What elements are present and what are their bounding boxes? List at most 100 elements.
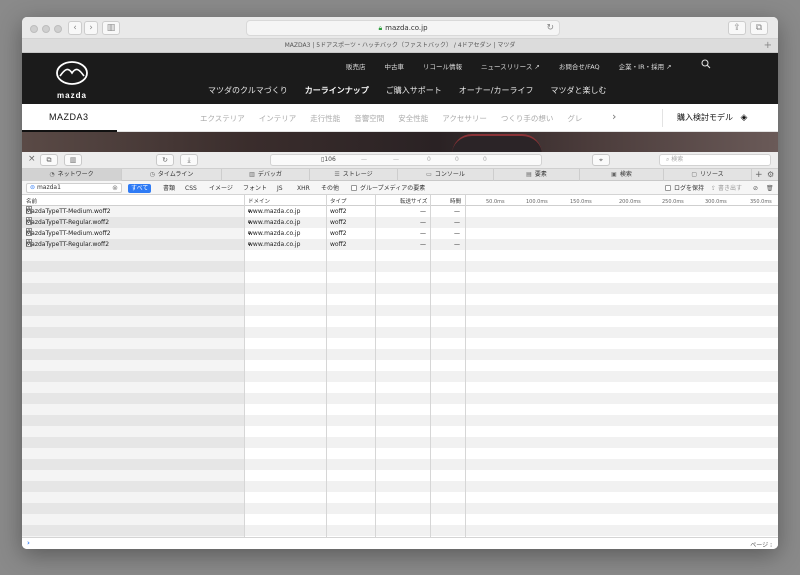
chevron-right-icon[interactable]: › [612, 110, 616, 123]
top-nav-item[interactable]: 企業・IR・採用 ↗ [619, 61, 672, 71]
search-placeholder: 検索 [671, 156, 684, 163]
quick-console[interactable]: › ページ ⁝ [22, 537, 778, 549]
search-icon[interactable] [701, 59, 711, 69]
column-type[interactable]: タイプ [330, 197, 347, 205]
mazda-logo[interactable]: mazda [52, 61, 92, 100]
trash-icon[interactable]: 🗑︎ [763, 184, 777, 193]
column-divider[interactable] [430, 195, 431, 537]
forward-button[interactable]: › [84, 21, 98, 35]
model-nav-item[interactable]: グレ [567, 113, 582, 124]
filter-type-other[interactable]: その他 [318, 184, 342, 193]
model-nav-item[interactable]: 走行性能 [310, 113, 340, 124]
column-divider[interactable] [326, 195, 327, 537]
model-bar: MAZDA3 エクステリア インテリア 走行性能 音響空間 安全性能 アクセサリ… [22, 104, 778, 132]
filter-type-document[interactable]: 書類 [160, 184, 178, 193]
zoom-window-button[interactable] [54, 25, 62, 33]
sidebar-button[interactable]: ▥ [102, 21, 120, 35]
error-count: 0 [427, 156, 431, 163]
top-nav-item[interactable]: リコール情報 [423, 61, 462, 71]
main-nav-item[interactable]: マツダのクルマづくり [208, 85, 288, 96]
tab-storage[interactable]: ☰ ストレージ [310, 169, 398, 181]
timeline-tick: 350.0ms [750, 199, 772, 205]
tab-debugger[interactable]: ▥ デバッガ [222, 169, 310, 181]
model-nav-item[interactable]: 音響空間 [354, 113, 384, 124]
page-context-selector[interactable]: ページ ⁝ [750, 540, 772, 549]
new-tab-icon[interactable]: + [764, 39, 772, 53]
tab-elements[interactable]: ▤ 要素 [494, 169, 580, 181]
main-nav-item[interactable]: ご購入サポート [386, 85, 442, 96]
model-nav: エクステリア インテリア 走行性能 音響空間 安全性能 アクセサリー つくり手の… [200, 113, 596, 124]
column-domain[interactable]: ドメイン [248, 197, 270, 205]
lock-icon: 🔒︎ [378, 24, 383, 32]
filter-type-all[interactable]: すべて [128, 184, 152, 193]
checkbox[interactable] [665, 185, 671, 191]
model-nav-item[interactable]: つくり手の想い [501, 113, 554, 124]
model-nav-item[interactable]: アクセサリー [442, 113, 487, 124]
elements-icon: ▤ [526, 171, 532, 178]
tab-console[interactable]: ▭ コンソール [398, 169, 494, 181]
clear-filter-icon[interactable]: ⊗ [112, 184, 118, 192]
crosshair-icon[interactable]: ⌖ [592, 154, 610, 166]
top-nav-item[interactable]: お問合せ/FAQ [559, 61, 600, 71]
main-nav-item-active[interactable]: カーラインナップ [305, 85, 369, 96]
column-name[interactable]: 名前 [26, 197, 37, 205]
storage-icon: ☰ [334, 171, 340, 178]
gear-icon[interactable]: ⚙ [767, 169, 774, 181]
filter-type-font[interactable]: フォント [240, 184, 270, 193]
top-nav-item[interactable]: ニュースリリース ↗ [481, 61, 540, 71]
main-nav-item[interactable]: オーナー/カーライフ [459, 85, 534, 96]
undock-icon[interactable]: ⧉ [40, 154, 58, 166]
top-nav-item[interactable]: 中古車 [385, 61, 405, 71]
tab-resources[interactable]: ▢ リソース [664, 169, 752, 181]
reload-icon[interactable]: ↻ [546, 21, 554, 36]
checkbox[interactable] [351, 185, 357, 191]
dock-side-icon[interactable]: ▥ [64, 154, 82, 166]
minimize-window-button[interactable] [42, 25, 50, 33]
column-divider[interactable] [375, 195, 376, 537]
model-name[interactable]: MAZDA3 [49, 112, 89, 122]
share-button[interactable]: ⇪ [728, 21, 746, 35]
table-row[interactable]: A MazdaTypeTT-Medium.woff2 🔒︎ www.mazda.co… [22, 228, 778, 239]
model-nav-item[interactable]: エクステリア [200, 113, 245, 124]
column-divider[interactable] [465, 195, 466, 537]
reload-page-icon[interactable]: ↻ [156, 154, 174, 166]
group-media-toggle[interactable]: グループメディアの要素 [348, 184, 428, 193]
export-button[interactable]: ⇪ 書き出す [708, 184, 745, 193]
tab-title[interactable]: MAZDA3 | 5ドアスポーツ・ハッチバック（ファストバック） / 4ドアセダ… [285, 42, 516, 49]
column-time[interactable]: 時間 [450, 197, 461, 205]
inspector-search-input[interactable]: ⌕ 検索 [659, 154, 771, 166]
download-icon[interactable]: ⤓ [180, 154, 198, 166]
close-inspector-icon[interactable]: × [28, 154, 36, 164]
table-row[interactable]: A MazdaTypeTT-Regular.woff2 🔒︎ www.mazda.c… [22, 239, 778, 250]
model-nav-item[interactable]: 安全性能 [398, 113, 428, 124]
top-nav-item[interactable]: 販売店 [346, 61, 366, 71]
preserve-log-toggle[interactable]: ログを保持 [662, 184, 707, 193]
table-row[interactable]: A MazdaTypeTT-Medium.woff2 🔒︎ www.mazda.co… [22, 206, 778, 217]
tabs-overview-button[interactable]: ⧉ [750, 21, 768, 35]
consider-model-button[interactable]: 購入検討モデル ◈ [662, 109, 747, 127]
table-row[interactable]: A MazdaTypeTT-Regular.woff2 🔒︎ www.mazda.c… [22, 217, 778, 228]
main-nav-item[interactable]: マツダと楽しむ [550, 85, 606, 96]
filter-type-image[interactable]: イメージ [206, 184, 236, 193]
tab-label: タイムライン [157, 171, 194, 178]
filter-input[interactable]: ⊜ mazda1 ⊗ [26, 183, 122, 193]
address-bar[interactable]: 🔒︎ mazda.co.jp ↻ [246, 20, 560, 36]
resource-size: — [361, 156, 367, 163]
back-button[interactable]: ‹ [68, 21, 82, 35]
disable-cache-icon[interactable]: ⊘ [750, 184, 761, 193]
filter-type-js[interactable]: JS [274, 184, 286, 193]
filter-type-xhr[interactable]: XHR [294, 184, 313, 193]
close-window-button[interactable] [30, 25, 38, 33]
add-tab-icon[interactable]: + [755, 169, 763, 181]
model-nav-item[interactable]: インテリア [259, 113, 297, 124]
tab-timeline[interactable]: ◷ タイムライン [122, 169, 222, 181]
tab-search[interactable]: ▣ 検索 [580, 169, 664, 181]
tab-label: コンソール [434, 171, 465, 178]
tab-network[interactable]: ◔ ネットワーク [22, 169, 122, 181]
column-size[interactable]: 転送サイズ [400, 197, 427, 205]
filter-type-css[interactable]: CSS [182, 184, 200, 193]
tab-label: リソース [699, 171, 724, 178]
tab-label: 要素 [534, 171, 547, 178]
inspector-tabs: ◔ ネットワーク ◷ タイムライン ▥ デバッガ ☰ ストレージ ▭ コンソール ▤ 要素 … [22, 169, 778, 181]
column-divider[interactable] [244, 195, 245, 537]
